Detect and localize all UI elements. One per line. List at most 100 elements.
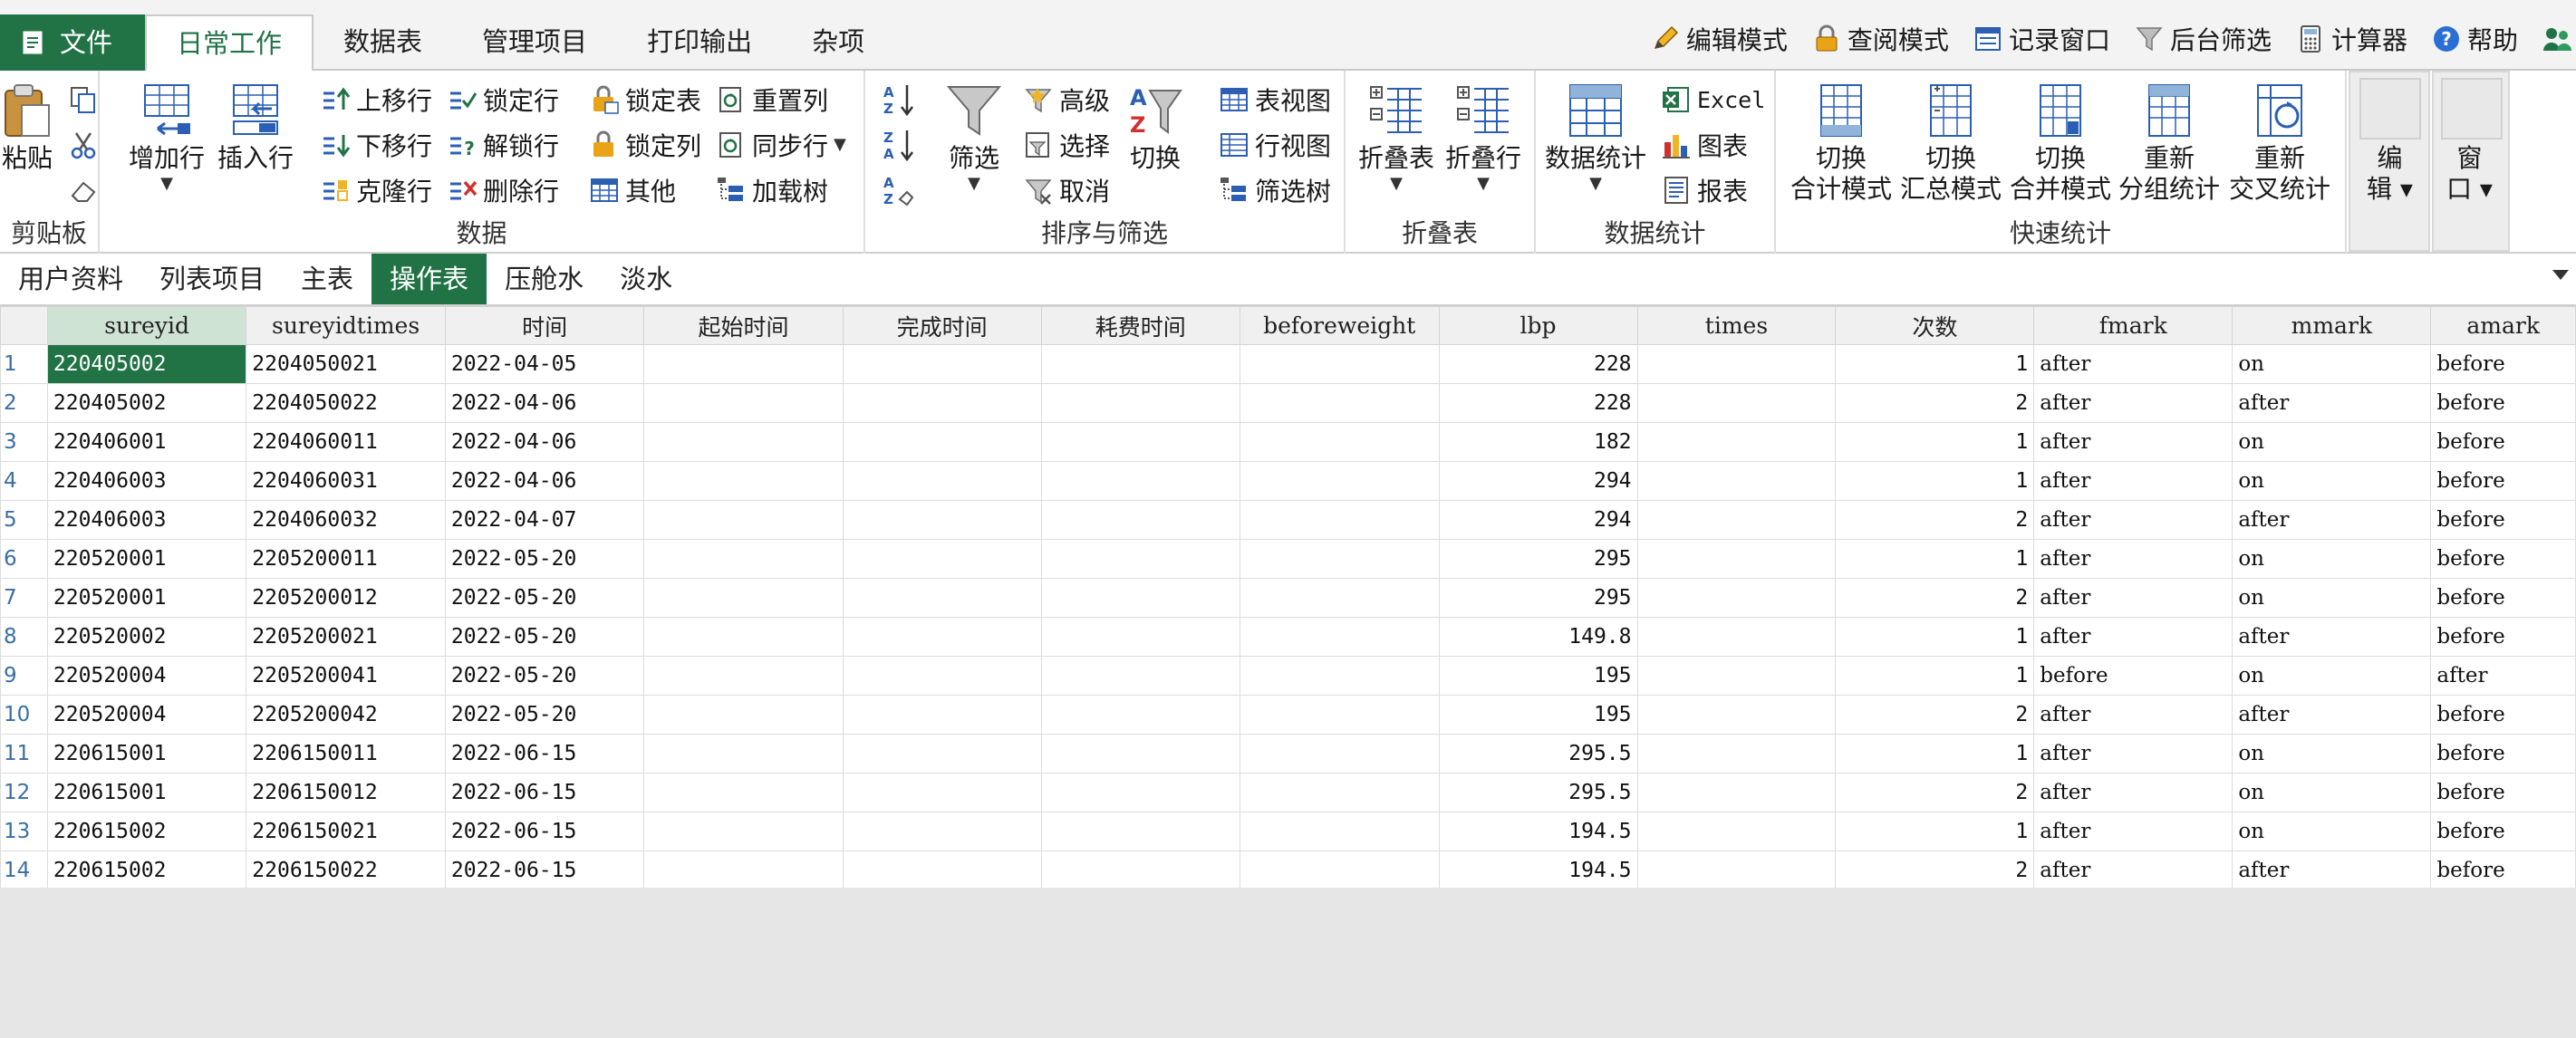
table-cell[interactable] (1040, 422, 1240, 462)
table-cell[interactable]: on (2232, 656, 2432, 696)
row-number[interactable]: 1 (0, 344, 48, 384)
table-cell[interactable]: 294 (1438, 461, 1638, 501)
table-cell[interactable]: before (2430, 812, 2576, 851)
table-cell[interactable] (842, 344, 1042, 384)
sync-row-caret[interactable]: ▼ (834, 135, 846, 155)
column-header[interactable]: times (1636, 306, 1837, 345)
background-filter-button[interactable]: 后台筛选 (2134, 21, 2272, 57)
table-cell[interactable]: 1 (1835, 617, 2035, 657)
table-cell[interactable] (1239, 383, 1440, 423)
table-cell[interactable] (842, 695, 1042, 735)
row-number[interactable]: 5 (0, 500, 48, 540)
table-cell[interactable]: after (2232, 617, 2432, 657)
filter-caret[interactable]: ▼ (968, 174, 980, 194)
table-cell[interactable]: 1 (1835, 461, 2035, 501)
column-header[interactable]: 耗费时间 (1040, 306, 1240, 345)
table-cell[interactable]: 2 (1835, 695, 2035, 735)
row-number[interactable]: 9 (0, 656, 48, 696)
menu-tab-misc[interactable]: 杂项 (782, 14, 894, 71)
calculator-button[interactable]: 计算器 (2295, 21, 2407, 57)
table-cell[interactable] (1040, 812, 1240, 851)
select-filter-button[interactable]: 选择 (1023, 125, 1110, 165)
table-cell[interactable] (643, 344, 844, 384)
table-cell[interactable]: 2 (1835, 851, 2035, 888)
row-number[interactable]: 14 (0, 851, 48, 888)
table-cell[interactable] (1636, 578, 1837, 618)
table-cell[interactable]: 2022-04-06 (444, 422, 645, 462)
table-cell[interactable]: on (2232, 344, 2432, 384)
help-button[interactable]: ? 帮助 (2431, 21, 2518, 57)
table-cell[interactable]: after (2033, 344, 2233, 384)
table-cell[interactable]: on (2232, 734, 2432, 774)
table-cell[interactable]: after (2232, 851, 2432, 888)
table-view-button[interactable]: 表视图 (1219, 80, 1331, 120)
table-cell[interactable]: 2204060011 (246, 422, 446, 462)
data-stats-button[interactable]: 数据统计 ▼ (1545, 82, 1646, 194)
sort-ascending-icon[interactable]: AZ (880, 82, 916, 118)
table-cell[interactable]: 220406003 (46, 500, 247, 540)
table-cell[interactable]: after (2033, 383, 2233, 423)
column-header[interactable]: amark (2430, 306, 2576, 345)
table-cell[interactable] (1636, 773, 1837, 812)
table-row[interactable]: 11 220615001 2206150011 2022-06-15 295.5 1 aft… (0, 734, 2576, 774)
window-menu-button[interactable]: 窗 口 ▾ (2446, 143, 2493, 205)
column-header[interactable]: fmark (2033, 306, 2233, 345)
table-cell[interactable]: 2022-05-20 (444, 578, 645, 618)
table-row[interactable]: 3 220406001 2204060011 2022-04-06 182 1 after o… (0, 422, 2576, 462)
table-cell[interactable]: 2022-05-20 (444, 695, 645, 735)
table-cell[interactable] (1239, 734, 1440, 774)
table-row[interactable]: 1 220405002 2204050021 2022-04-05 228 1 after o… (0, 344, 2576, 384)
table-cell[interactable] (1040, 539, 1240, 579)
table-cell[interactable] (1636, 539, 1837, 579)
table-cell[interactable] (1040, 500, 1240, 540)
sheet-tab-list-items[interactable]: 列表项目 (141, 254, 283, 304)
menu-tab-daily[interactable]: 日常工作 (145, 14, 314, 72)
table-cell[interactable]: 2 (1835, 500, 2035, 540)
table-cell[interactable] (643, 695, 844, 735)
table-cell[interactable]: before (2430, 851, 2576, 888)
add-row-button[interactable]: 增加行 ▼ (129, 82, 205, 194)
table-cell[interactable]: 2206150022 (246, 851, 446, 888)
table-cell[interactable]: 2 (1835, 383, 2035, 423)
table-cell[interactable]: after (2232, 383, 2432, 423)
sheet-tab-user-data[interactable]: 用户资料 (0, 254, 141, 304)
menu-tab-print[interactable]: 打印输出 (617, 14, 782, 71)
cross-stats-button[interactable]: 重新 交叉统计 (2229, 82, 2330, 205)
sheet-tab-ballast-water[interactable]: 压舱水 (487, 254, 602, 304)
table-cell[interactable]: 220615001 (46, 773, 247, 812)
table-cell[interactable] (842, 500, 1042, 540)
table-cell[interactable]: after (2033, 578, 2233, 618)
table-row[interactable]: 5 220406003 2204060032 2022-04-07 294 2 after a… (0, 500, 2576, 540)
table-cell[interactable]: 2022-06-15 (444, 851, 645, 888)
switch-summary-mode-button[interactable]: 切换 汇总模式 (1900, 82, 2002, 205)
table-cell[interactable] (842, 422, 1042, 462)
table-cell[interactable]: 2205200012 (246, 578, 446, 618)
table-cell[interactable] (643, 500, 844, 540)
table-cell[interactable]: 1 (1835, 344, 2035, 384)
table-cell[interactable]: 2206150011 (246, 734, 446, 774)
table-cell[interactable]: 220615001 (46, 734, 247, 774)
table-row[interactable]: 6 220520001 2205200011 2022-05-20 295 1 after o… (0, 539, 2576, 579)
table-cell[interactable] (842, 812, 1042, 851)
eraser-icon[interactable] (69, 176, 98, 205)
fold-row-caret[interactable]: ▼ (1477, 174, 1490, 194)
table-cell[interactable]: on (2232, 422, 2432, 462)
column-header[interactable]: 起始时间 (643, 306, 844, 345)
table-cell[interactable]: 195 (1438, 695, 1638, 735)
table-cell[interactable] (1239, 344, 1440, 384)
table-cell[interactable]: before (2430, 500, 2576, 540)
table-cell[interactable] (842, 734, 1042, 774)
data-stats-caret[interactable]: ▼ (1589, 174, 1602, 194)
table-cell[interactable] (1040, 656, 1240, 696)
sheet-tab-fresh-water[interactable]: 淡水 (602, 254, 690, 304)
table-cell[interactable]: 2205200041 (246, 656, 446, 696)
table-cell[interactable] (1636, 422, 1837, 462)
table-cell[interactable]: 295.5 (1438, 734, 1638, 774)
table-cell[interactable]: 220520001 (46, 539, 247, 579)
table-cell[interactable]: before (2430, 695, 2576, 735)
table-cell[interactable]: before (2430, 422, 2576, 462)
table-cell[interactable]: 294 (1438, 500, 1638, 540)
cancel-filter-button[interactable]: 取消 (1023, 170, 1110, 210)
table-cell[interactable]: 228 (1438, 383, 1638, 423)
row-number[interactable]: 6 (0, 539, 48, 579)
